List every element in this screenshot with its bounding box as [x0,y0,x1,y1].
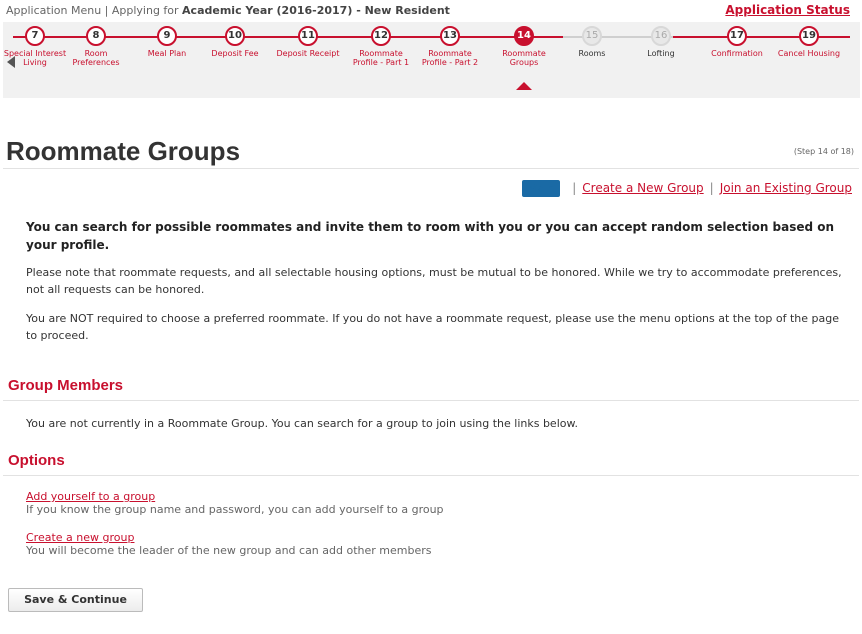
step-number: 8 [86,26,106,46]
save-and-continue-button[interactable]: Save & Continue [8,588,143,612]
step-label: Meal Plan [147,49,187,58]
step-label: Deposit Receipt [276,49,340,58]
step-9[interactable]: 9 Meal Plan [135,22,199,58]
title-divider [3,168,859,169]
step-count: (Step 14 of 18) [793,147,854,156]
step-number: 10 [225,26,245,46]
step-label: Confirmation [711,49,763,58]
step-label: Roommate Profile - Part 2 [421,49,479,67]
section-divider [3,400,859,401]
step-number: 19 [799,26,819,46]
step-12[interactable]: 12 Roommate Profile - Part 1 [349,22,413,67]
step-label: Lofting [647,49,675,58]
option-add-yourself: Add yourself to a group If you know the … [26,490,444,516]
option-description: If you know the group name and password,… [26,503,444,516]
step-label: Special Interest Living [3,49,67,67]
sub-navigation: Main | Create a New Group | Join an Existing… [521,180,852,197]
options-heading: Options [8,452,65,469]
step-number: 17 [727,26,747,46]
step-label: Cancel Housing [777,49,841,58]
breadcrumb-prefix: Application Menu | Applying for [6,4,183,17]
intro-text: You can search for possible roommates an… [26,220,835,252]
step-19[interactable]: 19 Cancel Housing [777,22,841,58]
step-progress-bar: 7 Special Interest Living 8 Room Prefere… [3,22,860,98]
academic-year-label: Academic Year (2016-2017) - New Resident [182,4,450,17]
step-number: 16 [651,26,671,46]
option-description: You will become the leader of the new gr… [26,544,432,557]
step-label: Roommate Groups [502,49,546,67]
step-label: Room Preferences [72,49,120,67]
top-header: Application Menu | Applying for Academic… [0,0,862,22]
step-7[interactable]: 7 Special Interest Living [3,22,67,67]
step-label: Deposit Fee [211,49,259,58]
main-tab-button[interactable]: Main [521,180,561,197]
join-existing-group-link[interactable]: Join an Existing Group [720,181,852,195]
create-new-group-option-link[interactable]: Create a new group [26,531,432,544]
step-number: 13 [440,26,460,46]
nav-separator: | [572,181,577,195]
not-required-note: You are NOT required to choose a preferr… [26,312,839,342]
step-number: 12 [371,26,391,46]
create-new-group-link[interactable]: Create a New Group [582,181,703,195]
step-label: Rooms [578,49,606,58]
step-number: 15 [582,26,602,46]
add-yourself-to-group-link[interactable]: Add yourself to a group [26,490,444,503]
current-step-marker-icon [516,82,532,90]
section-divider [3,475,859,476]
step-10[interactable]: 10 Deposit Fee [203,22,267,58]
step-number: 7 [25,26,45,46]
step-14-current[interactable]: 14 Roommate Groups [492,22,556,90]
step-number: 14 [514,26,534,46]
page-title: Roommate Groups [6,136,241,166]
mutual-requests-note: Please note that roommate requests, and … [26,266,842,296]
group-members-heading: Group Members [8,377,124,394]
step-11[interactable]: 11 Deposit Receipt [276,22,340,58]
nav-separator: | [709,181,714,195]
step-label: Roommate Profile - Part 1 [352,49,410,67]
step-15: 15 Rooms [560,22,624,58]
breadcrumb: Application Menu | Applying for Academic… [6,4,450,17]
step-8[interactable]: 8 Room Preferences [64,22,128,67]
option-create-group: Create a new group You will become the l… [26,531,432,557]
step-number: 11 [298,26,318,46]
step-17[interactable]: 17 Confirmation [705,22,769,58]
application-status-link[interactable]: Application Status [725,3,850,17]
step-16: 16 Lofting [629,22,693,58]
group-members-text: You are not currently in a Roommate Grou… [26,417,578,430]
step-13[interactable]: 13 Roommate Profile - Part 2 [418,22,482,67]
step-number: 9 [157,26,177,46]
